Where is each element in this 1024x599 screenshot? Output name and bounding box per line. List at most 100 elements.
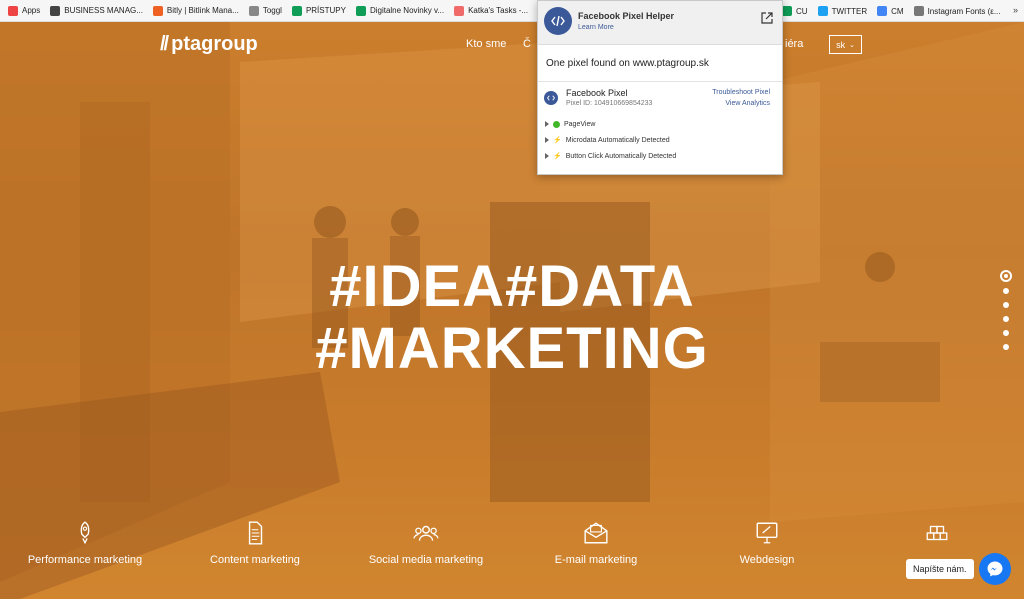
nav-item-kariera[interactable]: iéra [785, 38, 803, 50]
pixel-helper-title: Facebook Pixel Helper [578, 11, 675, 21]
auto-detected-bolt-icon: ⚡ [553, 153, 562, 160]
document-icon [248, 521, 263, 545]
auto-detected-bolt-icon: ⚡ [553, 137, 562, 144]
success-check-icon [553, 120, 560, 128]
bookmark-favicon-icon [355, 5, 366, 16]
bookmark-label: TWITTER [831, 6, 868, 16]
service-webdesign[interactable]: Webdesign [692, 520, 842, 566]
bookmark-0[interactable]: Apps [8, 5, 41, 16]
bookmarks-overflow-button[interactable]: » [1013, 5, 1018, 15]
expand-triangle-icon[interactable] [545, 121, 549, 127]
hero-section: // ptagroup Kto sme Č iéra sk ⌄ #IDEA#DA… [0, 22, 1024, 599]
pixel-events-list: PageView ⚡ Microdata Automatically Detecte… [538, 116, 782, 164]
service-label: E-mail marketing [554, 554, 638, 566]
bookmark-label: Toggl [262, 6, 282, 15]
bookmark-favicon-icon [877, 6, 888, 16]
service-social-media-marketing[interactable]: Social media marketing [351, 520, 501, 566]
bookmark-right-0[interactable]: CU [782, 6, 808, 16]
bookmark-6[interactable]: Katka's Tasks -... [454, 5, 529, 16]
bookmark-favicon-icon [817, 6, 828, 16]
envelope-icon [584, 522, 608, 544]
nav-item-kto-sme[interactable]: Kto sme [466, 38, 506, 50]
pixel-event-2[interactable]: ⚡ Button Click Automatically Detected [538, 148, 782, 164]
bookmark-right-1[interactable]: TWITTER [817, 6, 868, 16]
bookmark-favicon-icon [454, 5, 465, 16]
service-label: Social media marketing [368, 554, 484, 566]
bookmark-label: Bitly | Bitlink Mana... [166, 6, 239, 15]
open-external-icon[interactable] [761, 12, 773, 26]
logo-mark-icon: // [160, 33, 169, 55]
pixel-event-label: PageView [564, 120, 596, 128]
bookmark-label: CU [796, 6, 808, 16]
bookmarks-left: Apps BUSINESS MANAG... Bitly | Bitlink Man… [8, 5, 538, 16]
slide-pagination [1000, 270, 1012, 358]
bookmark-label: Instagram Fonts (ε... [927, 6, 1001, 16]
service-content-marketing[interactable]: Content marketing [180, 520, 330, 566]
bookmark-label: Katka's Tasks -... [468, 6, 529, 15]
bookmark-1[interactable]: BUSINESS MANAG... [50, 5, 143, 16]
slide-dot-6[interactable] [1003, 344, 1009, 350]
pixel-helper-logo-icon [544, 7, 572, 35]
pixel-helper-popup: Facebook Pixel Helper Learn More One pix… [537, 0, 783, 175]
pixel-event-label: Button Click Automatically Detected [565, 152, 677, 160]
slide-dot-3[interactable] [1003, 302, 1009, 308]
logo-text: ptagroup [171, 33, 258, 55]
pixel-event-label: Microdata Automatically Detected [565, 136, 670, 144]
service-item-5[interactable] [862, 520, 1012, 554]
bookmark-label: BUSINESS MANAG... [64, 6, 143, 15]
bookmark-label: Apps [22, 6, 41, 15]
bookmark-label: Digitalne Novinky v... [369, 6, 445, 15]
chevron-down-icon: ⌄ [849, 41, 855, 49]
pixel-code-icon [544, 91, 558, 105]
headline-line-2: #MARKETING [315, 316, 709, 381]
chat-prompt: Napíšte nám. [906, 559, 974, 579]
bookmark-favicon-icon [291, 5, 302, 16]
bookmark-3[interactable]: Toggl [248, 5, 282, 16]
messenger-chat-button[interactable] [979, 553, 1011, 585]
pixel-event-1[interactable]: ⚡ Microdata Automatically Detected [538, 132, 782, 148]
pixel-name: Facebook Pixel [566, 88, 628, 98]
bookmark-favicon-icon [248, 5, 259, 16]
bookmark-2[interactable]: Bitly | Bitlink Mana... [152, 5, 239, 16]
language-value: sk [836, 39, 846, 50]
pixel-event-0[interactable]: PageView [538, 116, 782, 132]
bookmark-favicon-icon [913, 6, 924, 16]
pixel-id: Pixel ID: 104910669854233 [566, 100, 653, 107]
pixel-found-summary: One pixel found on www.ptagroup.sk [538, 45, 782, 82]
slide-dot-1[interactable] [1000, 270, 1012, 282]
service-e-mail-marketing[interactable]: E-mail marketing [521, 520, 671, 566]
bookmark-5[interactable]: Digitalne Novinky v... [355, 5, 445, 16]
bookmark-right-3[interactable]: Instagram Fonts (ε... [913, 6, 1001, 16]
bookmark-label: PRÍSTUPY [305, 6, 346, 15]
expand-triangle-icon[interactable] [545, 137, 549, 143]
messenger-icon [987, 561, 1003, 577]
monitor-icon [756, 522, 778, 544]
pixel-helper-header: Facebook Pixel Helper Learn More [538, 1, 782, 45]
nav-item-partial[interactable]: Č [523, 38, 531, 50]
bookmark-favicon-icon [152, 5, 163, 16]
slide-dot-2[interactable] [1003, 288, 1009, 294]
bookmark-right-2[interactable]: CM [877, 6, 904, 16]
service-label: Performance marketing [27, 554, 143, 566]
slide-dot-5[interactable] [1003, 330, 1009, 336]
slide-dot-4[interactable] [1003, 316, 1009, 322]
bookmark-favicon-icon [782, 6, 792, 16]
rocket-icon [80, 521, 90, 545]
cubes-icon [926, 525, 948, 541]
bookmark-label: CM [891, 6, 904, 16]
people-icon [413, 525, 439, 541]
bookmark-favicon-icon [50, 5, 61, 16]
troubleshoot-pixel-link[interactable]: Troubleshoot Pixel [712, 89, 770, 96]
language-select[interactable]: sk ⌄ [829, 35, 862, 54]
service-performance-marketing[interactable]: Performance marketing [10, 520, 160, 566]
service-label: Content marketing [210, 554, 300, 566]
expand-triangle-icon[interactable] [545, 153, 549, 159]
service-label: Webdesign [739, 554, 795, 566]
bookmark-favicon-icon [8, 5, 18, 16]
view-analytics-link[interactable]: View Analytics [725, 100, 770, 107]
bookmark-4[interactable]: PRÍSTUPY [291, 5, 346, 16]
bookmarks-right: CU TWITTER CM Instagram Fonts (ε... [782, 6, 1010, 16]
bookmarks-bar: Apps BUSINESS MANAG... Bitly | Bitlink Man… [0, 0, 1024, 22]
site-logo[interactable]: // ptagroup [160, 33, 258, 56]
learn-more-link[interactable]: Learn More [578, 24, 614, 31]
